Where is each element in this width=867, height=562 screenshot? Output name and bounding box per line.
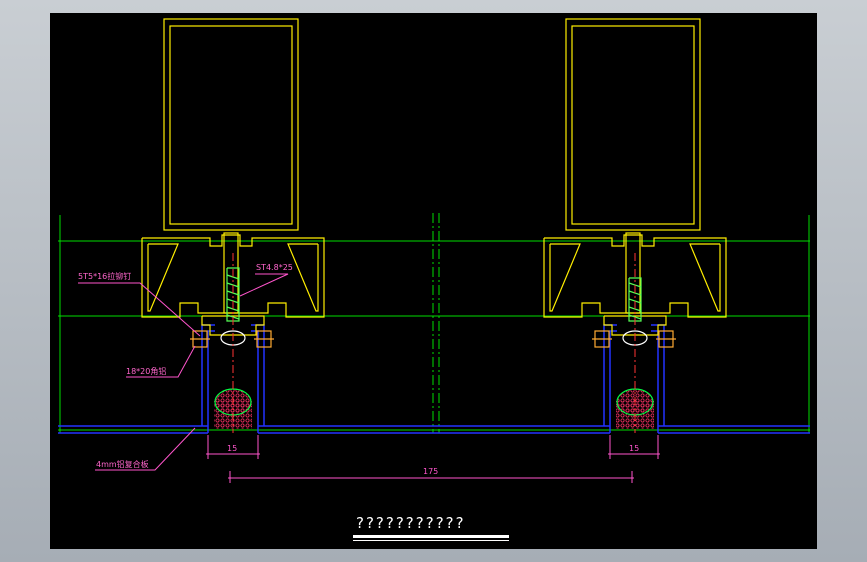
mullion-right-wedge-right xyxy=(689,243,721,312)
panel-return-right-1 xyxy=(609,330,617,433)
mullion-left-wedge-left xyxy=(147,243,179,312)
viewport-frame: 5T5*16拉铆钉 ST4.8*25 18*20角铝 4mm铝复合板 15 15… xyxy=(0,0,867,562)
label-angle: 18*20角铝 xyxy=(126,366,166,376)
drawing-title: ??????????? xyxy=(356,514,466,532)
leader-screw xyxy=(239,273,289,297)
cad-drawing: 5T5*16拉铆钉 ST4.8*25 18*20角铝 4mm铝复合板 15 15… xyxy=(58,18,810,541)
panel-return-left-1 xyxy=(207,330,215,433)
mullion-left-inner xyxy=(169,25,293,225)
label-screw: ST4.8*25 xyxy=(256,263,293,272)
title-underline-thin xyxy=(353,540,509,541)
mullion-left-stem xyxy=(223,232,239,314)
cad-canvas[interactable]: 5T5*16拉铆钉 ST4.8*25 18*20角铝 4mm铝复合板 15 15… xyxy=(50,13,817,549)
dim-left-value: 15 xyxy=(227,444,237,453)
center-lines xyxy=(232,253,636,433)
dim-right-value: 15 xyxy=(629,444,639,453)
panel-lines xyxy=(58,324,810,434)
mullion-right-wedge-left xyxy=(549,243,581,312)
mullion-right-outer xyxy=(565,18,701,231)
grid-lines xyxy=(58,213,810,433)
label-panel: 4mm铝复合板 xyxy=(96,459,149,469)
mullion-right-stem xyxy=(625,232,641,314)
label-rivet: 5T5*16拉铆钉 xyxy=(78,271,131,281)
title-underline xyxy=(353,535,509,538)
leader-rivet xyxy=(78,282,201,337)
mullion-right-inner xyxy=(571,25,695,225)
mullion-left-outer xyxy=(163,18,299,231)
dim-span-value: 175 xyxy=(423,467,438,476)
mullion-left-wedge-right xyxy=(287,243,319,312)
